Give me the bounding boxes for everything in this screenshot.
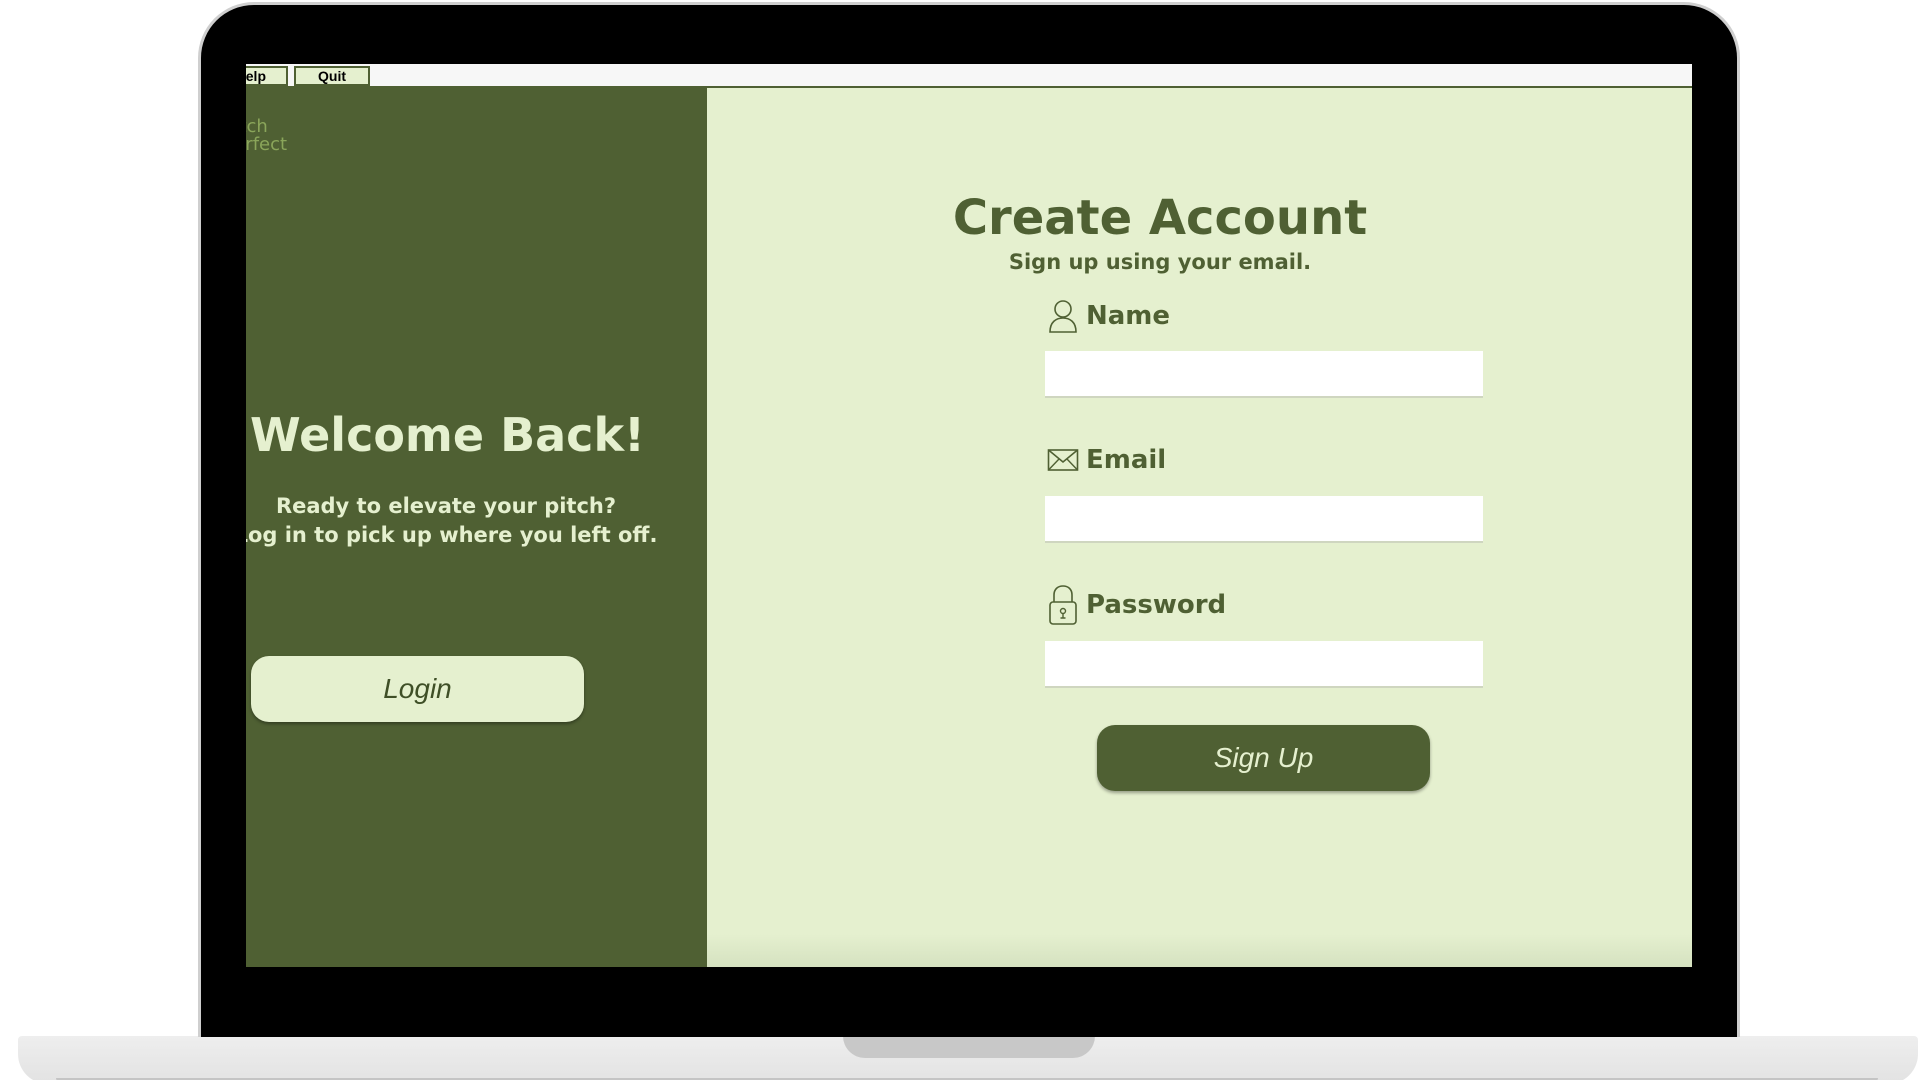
welcome-title: Welcome Back! <box>250 408 646 462</box>
name-input[interactable] <box>1045 351 1483 398</box>
help-menu-button[interactable]: Help <box>246 66 288 86</box>
email-input[interactable] <box>1045 496 1483 543</box>
create-account-title: Create Account <box>952 190 1368 246</box>
email-label-text: Email <box>1086 445 1167 475</box>
password-label-text: Password <box>1086 590 1227 620</box>
welcome-message-line-1: Ready to elevate your pitch? <box>275 494 617 518</box>
laptop-mockup: Help Quit Pitch Perfect Welcome Back! Re… <box>0 0 1920 1080</box>
name-label: Name <box>1046 296 1170 336</box>
envelope-icon <box>1046 440 1080 480</box>
welcome-message-line-2: Log in to pick up where you left off. <box>246 523 658 547</box>
login-button[interactable]: Login <box>251 656 584 722</box>
laptop-notch <box>843 1036 1095 1058</box>
name-label-text: Name <box>1086 301 1171 331</box>
sign-up-button[interactable]: Sign Up <box>1097 725 1430 791</box>
password-label: Password <box>1046 585 1226 625</box>
welcome-message: Ready to elevate your pitch? Log in to p… <box>246 492 696 550</box>
app-window: Help Quit Pitch Perfect Welcome Back! Re… <box>246 64 1692 967</box>
create-account-subtitle: Sign up using your email. <box>1008 250 1312 274</box>
welcome-panel: Pitch Perfect Welcome Back! Ready to ele… <box>246 88 707 967</box>
screen-bottom-shade <box>707 934 1692 967</box>
logo-line-2: Perfect <box>246 134 288 155</box>
email-label: Email <box>1046 440 1166 480</box>
quit-menu-button[interactable]: Quit <box>294 66 370 86</box>
user-icon <box>1046 296 1080 336</box>
app-logo: Pitch Perfect <box>246 118 287 154</box>
menu-bar: Help Quit <box>246 64 1692 88</box>
password-input[interactable] <box>1045 641 1483 688</box>
lock-icon <box>1046 585 1080 625</box>
